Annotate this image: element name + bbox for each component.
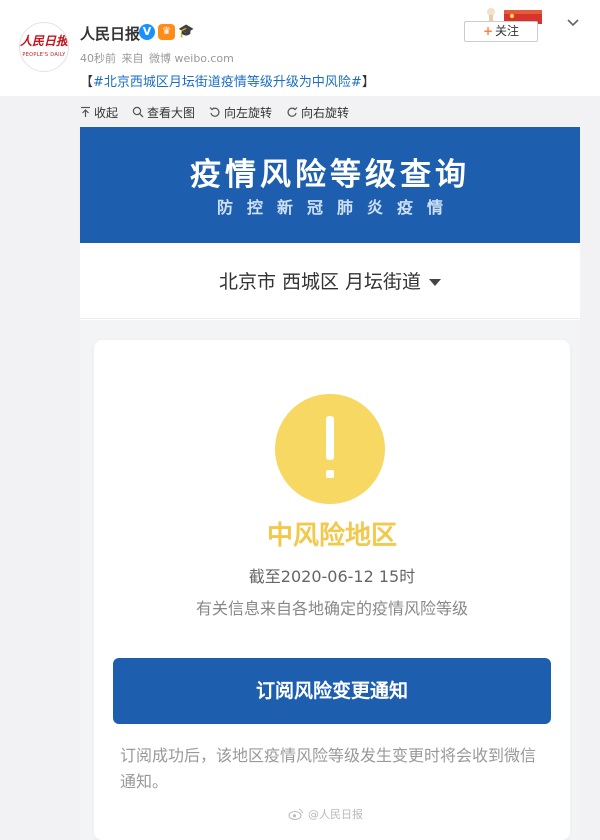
collapse-icon xyxy=(81,106,90,117)
avatar-logo-text: 人民日报 xyxy=(20,34,69,48)
post-time[interactable]: 40秒前 xyxy=(80,52,116,65)
view-large-button[interactable]: 查看大图 xyxy=(132,102,195,122)
location-value: 北京市 西城区 月坛街道 xyxy=(218,271,422,293)
post-image[interactable]: 疫情风险等级查询 防控新冠肺炎疫情 北京市 西城区 月坛街道 中风险地区 截至2… xyxy=(80,127,580,840)
risk-card: 中风险地区 截至2020-06-12 15时 有关信息来自各地确定的疫情风险等级… xyxy=(94,340,570,840)
rotate-left-icon xyxy=(209,107,220,117)
crown-icon: ♛ xyxy=(158,24,175,40)
location-text: 北京市 西城区 月坛街道 xyxy=(80,267,580,294)
topic-link[interactable]: #北京西城区月坛街道疫情等级升级为中风险# xyxy=(93,75,362,90)
follow-button[interactable]: + 关注 xyxy=(464,21,538,42)
subscribe-button: 订阅风险变更通知 xyxy=(113,658,551,724)
view-large-label: 查看大图 xyxy=(147,105,196,120)
rotate-right-icon xyxy=(287,107,298,117)
risk-level: 中风险地区 xyxy=(266,521,397,551)
media-area: 收起 查看大图 向左旋转 向右旋转 疫情风险等级查询 防控新冠肺炎疫情 北京市 … xyxy=(0,96,600,840)
as-of-time: 截至2020-06-12 15时 xyxy=(248,567,416,586)
banner-title: 疫情风险等级查询 xyxy=(190,157,470,193)
post-text: 【#北京西城区月坛街道疫情等级升级为中风险#】 xyxy=(80,71,375,90)
avatar-logo-subtext: PEOPLE'S DAILY xyxy=(22,52,66,58)
username[interactable]: 人民日报 xyxy=(80,23,140,44)
subscribe-note: 订阅成功后，该地区疫情风险等级发生变更时将会收到微信通知。 xyxy=(120,746,537,791)
rotate-right-label: 向右旋转 xyxy=(301,105,350,120)
watermark-text: @人民日报 xyxy=(308,808,363,821)
query-banner: 疫情风险等级查询 防控新冠肺炎疫情 xyxy=(80,127,580,243)
watermark: @人民日报 xyxy=(288,806,363,822)
source-prefix: 来自 xyxy=(121,52,144,65)
post-header: 人民日报 PEOPLE'S DAILY 人民日报 V ♛ 🎓 40秒前 来自 微… xyxy=(0,0,600,96)
chevron-down-icon[interactable] xyxy=(566,18,580,28)
verified-icon: V xyxy=(139,24,155,40)
collapse-button[interactable]: 收起 xyxy=(80,102,118,122)
search-icon xyxy=(132,106,144,118)
rotate-right-button[interactable]: 向右旋转 xyxy=(286,102,349,122)
location-selector: 北京市 西城区 月坛街道 xyxy=(80,243,580,319)
post-meta: 40秒前 来自 微博 weibo.com xyxy=(80,50,234,66)
image-toolbar: 收起 查看大图 向左旋转 向右旋转 xyxy=(80,102,349,122)
user-badges: V ♛ 🎓 xyxy=(139,24,194,40)
collapse-label: 收起 xyxy=(94,105,119,120)
follow-label: 关注 xyxy=(495,24,520,38)
post-text-open: 【 xyxy=(80,75,94,90)
warning-icon xyxy=(275,394,385,504)
rotate-left-button[interactable]: 向左旋转 xyxy=(209,102,272,122)
banner-subtitle: 防控新冠肺炎疫情 xyxy=(216,198,457,217)
graduation-cap-icon: 🎓 xyxy=(178,24,195,39)
rotate-left-label: 向左旋转 xyxy=(224,105,273,120)
source-note: 有关信息来自各地确定的疫情风险等级 xyxy=(195,599,468,618)
post-source[interactable]: 微博 weibo.com xyxy=(149,52,234,65)
avatar[interactable]: 人民日报 PEOPLE'S DAILY xyxy=(19,22,69,72)
plus-icon: + xyxy=(482,24,494,38)
post-text-close: 】 xyxy=(361,75,375,90)
weibo-logo-icon xyxy=(288,808,304,820)
caret-down-icon xyxy=(429,279,442,286)
